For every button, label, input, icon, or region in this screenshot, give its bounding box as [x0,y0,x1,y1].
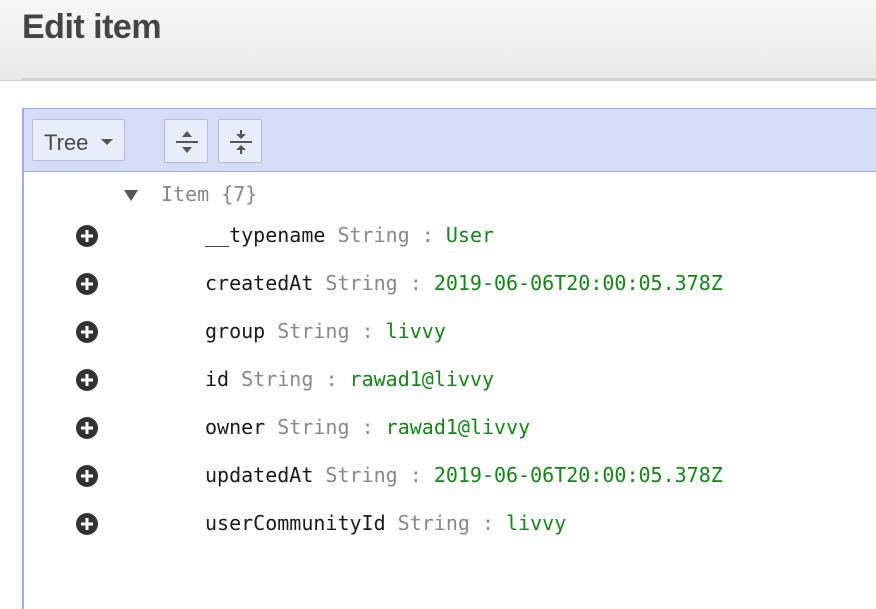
json-editor: Tree Item {7} __typename String : User c… [22,108,876,609]
field-key[interactable]: __typename [205,223,325,247]
field-separator: : [361,319,374,343]
field-separator: : [325,367,338,391]
field-separator: : [409,463,422,487]
tree-field-row[interactable]: __typename String : User [24,218,876,254]
editor-menubar: Tree [24,109,876,172]
field-value[interactable]: livvy [386,319,446,343]
field-line: id String : rawad1@livvy [205,367,494,391]
field-value[interactable]: livvy [506,511,566,535]
field-value[interactable]: 2019-06-06T20:00:05.378Z [434,271,723,295]
tree-field-row[interactable]: updatedAt String : 2019-06-06T20:00:05.3… [24,458,876,494]
field-type[interactable]: String [325,463,397,487]
field-key[interactable]: updatedAt [205,463,313,487]
expand-all-icon [176,131,198,153]
field-key[interactable]: id [205,367,229,391]
field-line: owner String : rawad1@livvy [205,415,530,439]
tree-field-row[interactable]: owner String : rawad1@livvy [24,410,876,446]
field-type[interactable]: String [337,223,409,247]
field-value[interactable]: rawad1@livvy [386,415,531,439]
field-separator: : [409,271,422,295]
page-header: Edit item [0,0,876,81]
field-key[interactable]: group [205,319,265,343]
field-line: updatedAt String : 2019-06-06T20:00:05.3… [205,463,723,487]
field-line: group String : livvy [205,319,446,343]
field-line: createdAt String : 2019-06-06T20:00:05.3… [205,271,723,295]
page-title: Edit item [22,8,162,46]
field-value[interactable]: User [446,223,494,247]
field-separator: : [481,511,495,535]
header-divider [22,78,876,80]
add-field-icon[interactable] [75,224,99,248]
field-key[interactable]: userCommunityId [205,511,386,535]
field-value[interactable]: rawad1@livvy [350,367,495,391]
tree-field-row[interactable]: id String : rawad1@livvy [24,362,876,398]
field-separator: : [361,415,374,439]
field-type[interactable]: String [398,511,470,535]
collapse-all-icon [230,130,252,154]
field-type[interactable]: String [277,319,349,343]
field-value[interactable]: 2019-06-06T20:00:05.378Z [434,463,723,487]
field-key[interactable]: owner [205,415,265,439]
chevron-down-icon [101,139,113,145]
add-field-icon[interactable] [75,512,99,536]
field-line: __typename String : User [205,223,494,247]
field-line: userCommunityId String : livvy [205,511,566,535]
field-type[interactable]: String [241,367,313,391]
tree-field-row[interactable]: createdAt String : 2019-06-06T20:00:05.3… [24,266,876,302]
collapse-all-button[interactable] [218,119,262,163]
add-field-icon[interactable] [75,464,99,488]
field-key[interactable]: createdAt [205,271,313,295]
mode-select-button[interactable]: Tree [32,119,125,161]
tree-root-row: Item {7} [24,178,876,210]
field-type[interactable]: String [277,415,349,439]
mode-label: Tree [44,130,89,155]
root-label: Item {7} [161,182,258,206]
add-field-icon[interactable] [75,368,99,392]
add-field-icon[interactable] [75,416,99,440]
add-field-icon[interactable] [75,320,99,344]
add-field-icon[interactable] [75,272,99,296]
field-type[interactable]: String [325,271,397,295]
tree-field-row[interactable]: group String : livvy [24,314,876,350]
field-separator: : [421,223,434,247]
expand-all-button[interactable] [164,119,208,163]
tree-field-row[interactable]: userCommunityId String : livvy [24,506,876,542]
collapse-toggle-icon[interactable] [124,190,138,201]
